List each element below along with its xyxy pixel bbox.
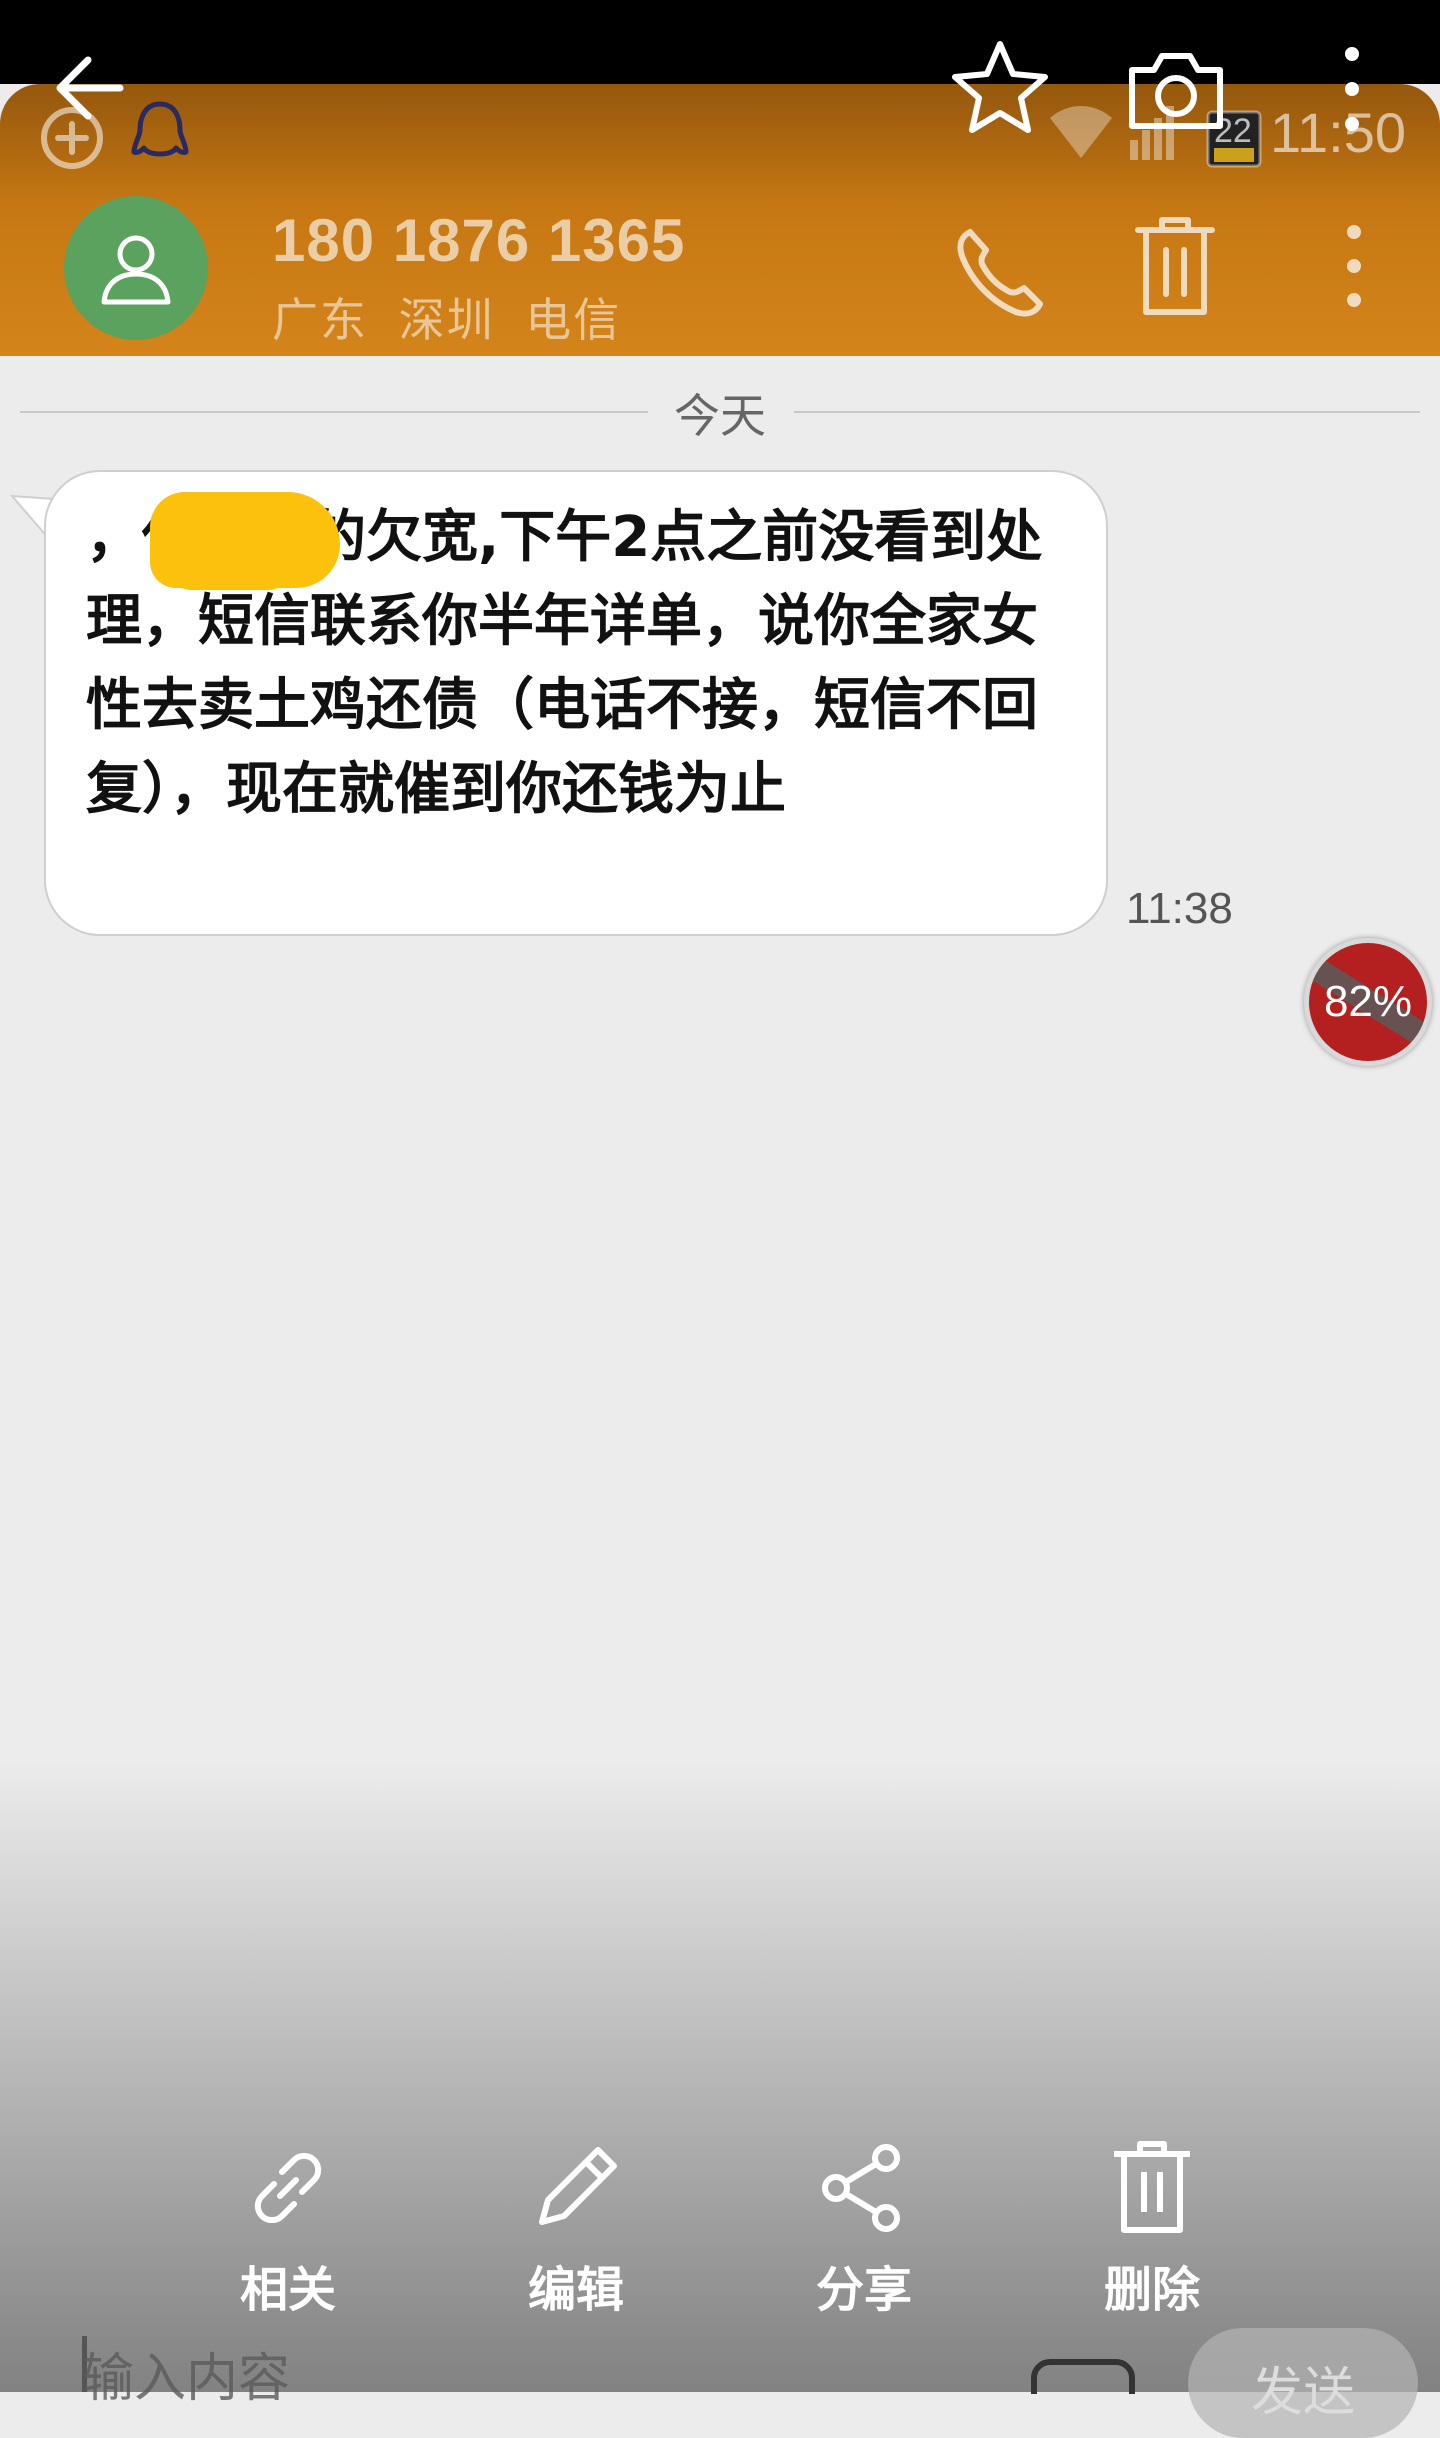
edit-button[interactable]: 编辑: [486, 2140, 666, 2320]
delete-label: 删除: [1103, 2262, 1200, 2318]
date-divider: 今天: [674, 389, 766, 443]
share-button[interactable]: 分享: [774, 2140, 954, 2320]
redaction-mark: [170, 548, 290, 590]
delete-button[interactable]: 删除: [1062, 2140, 1242, 2320]
message-input[interactable]: 输入内容: [82, 2336, 290, 2411]
avatar[interactable]: [64, 196, 208, 340]
trash-icon: [1114, 2141, 1190, 2233]
memory-badge[interactable]: 82%: [1304, 938, 1432, 1066]
star-icon[interactable]: [948, 38, 1052, 138]
qq-penguin-icon: [131, 101, 189, 157]
related-label: 相关: [239, 2262, 336, 2318]
send-label: 发送: [1250, 2363, 1355, 2423]
back-arrow-icon[interactable]: [50, 48, 130, 128]
send-button[interactable]: 发送: [1188, 2328, 1418, 2438]
edit-label: 编辑: [527, 2262, 624, 2318]
pencil-icon: [539, 2147, 617, 2225]
camera-icon[interactable]: [1124, 44, 1228, 134]
wifi-icon: [1050, 106, 1112, 158]
phone-icon[interactable]: [950, 222, 1050, 322]
more-vertical-icon[interactable]: [1332, 44, 1372, 134]
share-label: 分享: [815, 2262, 912, 2318]
badge-percent: 82%: [1323, 977, 1413, 1026]
date-divider-line: [20, 411, 648, 413]
related-button[interactable]: 相关: [198, 2140, 378, 2320]
contact-number: 180 1876 1365: [272, 207, 686, 274]
more-vertical-icon[interactable]: [1334, 220, 1374, 312]
contact-location: 广东 深圳 电信: [272, 293, 622, 347]
date-divider-line: [794, 411, 1420, 413]
attachment-icon[interactable]: [1028, 2356, 1138, 2396]
message-time: 11:38: [1126, 884, 1233, 933]
share-icon: [822, 2144, 900, 2232]
trash-icon[interactable]: [1132, 214, 1218, 318]
link-icon: [254, 2152, 322, 2224]
person-icon: [101, 235, 171, 305]
